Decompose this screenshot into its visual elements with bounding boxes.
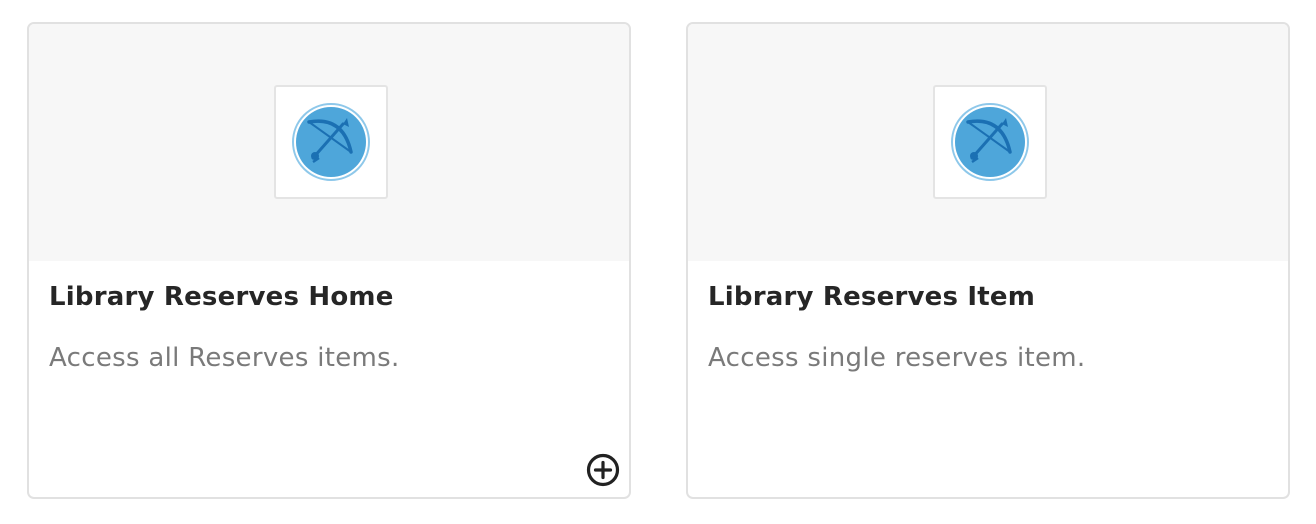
plus-circle-icon bbox=[586, 453, 620, 487]
card-description: Access all Reserves items. bbox=[49, 343, 400, 373]
app-icon-frame bbox=[274, 85, 388, 199]
card-title: Library Reserves Home bbox=[49, 282, 394, 312]
add-button[interactable] bbox=[586, 453, 620, 487]
app-icon-frame bbox=[933, 85, 1047, 199]
card-description: Access single reserves item. bbox=[708, 343, 1086, 373]
bow-arrow-icon bbox=[951, 103, 1029, 181]
card-image-area bbox=[688, 24, 1288, 261]
card-title: Library Reserves Item bbox=[708, 282, 1036, 312]
card-image-area bbox=[29, 24, 629, 261]
bow-arrow-icon bbox=[292, 103, 370, 181]
card-library-reserves-home[interactable]: Library Reserves Home Access all Reserve… bbox=[27, 22, 631, 499]
card-library-reserves-item[interactable]: Library Reserves Item Access single rese… bbox=[686, 22, 1290, 499]
